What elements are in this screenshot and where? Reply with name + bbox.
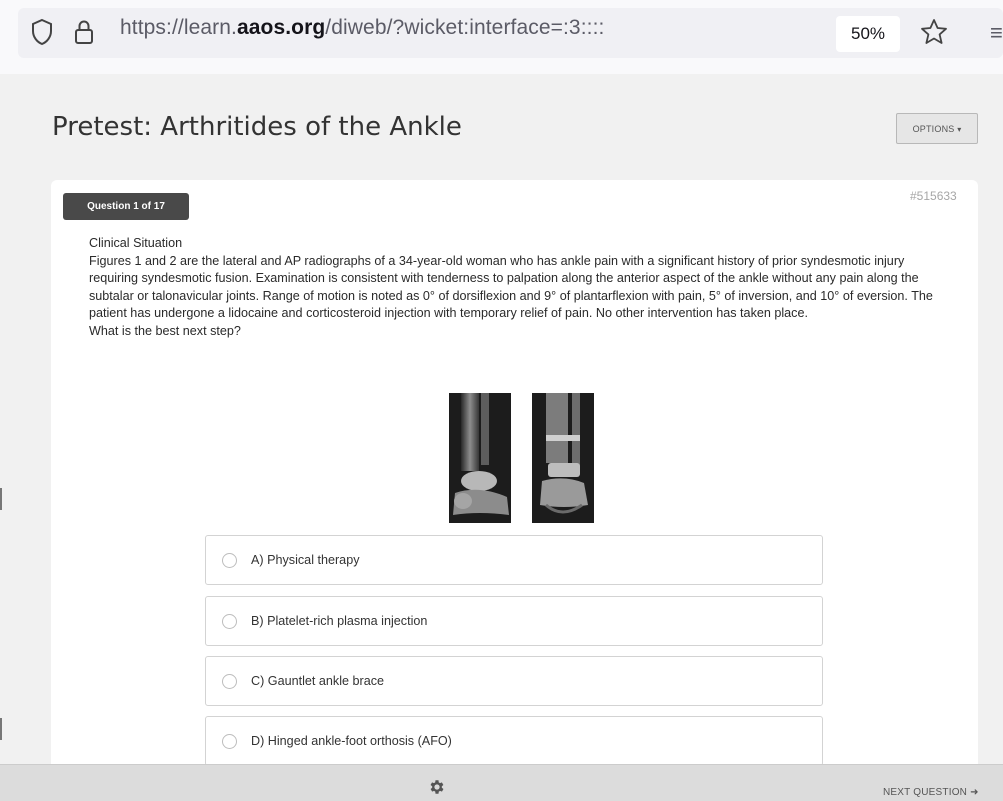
chevron-down-icon: ▾ bbox=[957, 125, 962, 134]
footer-bar bbox=[0, 764, 1003, 801]
page-title: Pretest: Arthritides of the Ankle bbox=[52, 112, 462, 142]
radio-button[interactable] bbox=[222, 614, 237, 629]
answer-option-d[interactable]: D) Hinged ankle-foot orthosis (AFO) bbox=[205, 716, 823, 766]
gear-icon[interactable] bbox=[428, 778, 446, 796]
stem-body: Figures 1 and 2 are the lateral and AP r… bbox=[89, 253, 933, 321]
zoom-level-button[interactable]: 50% bbox=[836, 16, 900, 52]
menu-icon[interactable]: ≡ bbox=[990, 20, 1003, 46]
arrow-right-icon: ➜ bbox=[970, 787, 979, 798]
question-id: #515633 bbox=[910, 189, 957, 203]
shield-icon[interactable] bbox=[30, 18, 54, 46]
radiograph-ap-image[interactable] bbox=[532, 393, 594, 523]
window-edge-mark bbox=[0, 488, 2, 510]
stem-heading: Clinical Situation bbox=[89, 236, 183, 250]
browser-toolbar: https://learn.aaos.org/diweb/?wicket:int… bbox=[0, 0, 1003, 74]
radiograph-lateral-image[interactable] bbox=[449, 393, 511, 523]
next-question-button[interactable]: NEXT QUESTION ➜ bbox=[883, 787, 979, 798]
lock-icon[interactable] bbox=[72, 18, 96, 46]
answer-label: B) Platelet-rich plasma injection bbox=[251, 614, 428, 628]
next-question-label: NEXT QUESTION bbox=[883, 787, 968, 798]
answer-option-c[interactable]: C) Gauntlet ankle brace bbox=[205, 656, 823, 706]
answer-option-a[interactable]: A) Physical therapy bbox=[205, 535, 823, 585]
answer-label: A) Physical therapy bbox=[251, 553, 360, 567]
question-stem: Clinical Situation Figures 1 and 2 are t… bbox=[89, 235, 949, 341]
question-counter-badge: Question 1 of 17 bbox=[63, 193, 189, 220]
stem-prompt: What is the best next step? bbox=[89, 323, 241, 338]
url-text[interactable]: https://learn.aaos.org/diweb/?wicket:int… bbox=[120, 16, 604, 40]
answer-label: D) Hinged ankle-foot orthosis (AFO) bbox=[251, 734, 452, 748]
radio-button[interactable] bbox=[222, 674, 237, 689]
radio-button[interactable] bbox=[222, 734, 237, 749]
bookmark-star-icon[interactable] bbox=[919, 17, 949, 47]
answer-label: C) Gauntlet ankle brace bbox=[251, 674, 385, 688]
window-edge-mark bbox=[0, 718, 2, 740]
options-label: OPTIONS bbox=[912, 124, 955, 134]
answer-option-b[interactable]: B) Platelet-rich plasma injection bbox=[205, 596, 823, 646]
options-button[interactable]: OPTIONS ▾ bbox=[896, 113, 978, 144]
radio-button[interactable] bbox=[222, 553, 237, 568]
